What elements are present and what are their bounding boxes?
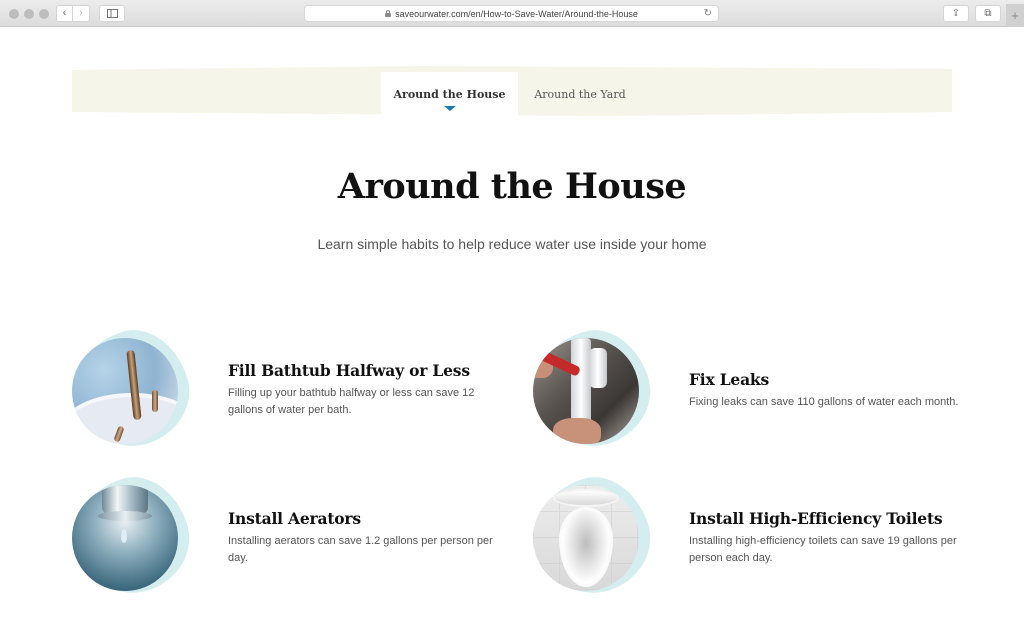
tip-description: Filling up your bathtub halfway or less …	[228, 387, 475, 416]
tip-title: Install High-Efficiency Toilets	[689, 509, 943, 528]
tip-card-bathtub: Fill Bathtub Halfway or Less Filling up …	[59, 317, 510, 461]
page-title: Around the House	[337, 166, 687, 207]
tip-title: Fill Bathtub Halfway or Less	[228, 361, 470, 380]
tip-card-leaks: Fix Leaks Fixing leaks can save 110 gall…	[520, 317, 971, 461]
toilet-image	[533, 485, 639, 591]
tip-card-toilets: Install High-Efficiency Toilets Installi…	[520, 464, 971, 608]
share-icon: ⇪	[951, 8, 961, 19]
address-bar[interactable]: saveourwater.com/en/How-to-Save-Water/Ar…	[304, 5, 719, 22]
browser-toolbar: ‹ › saveourwater.com/en/How-to-Save-Wate…	[0, 0, 1024, 27]
tab-label: Around the House	[393, 87, 506, 101]
zoom-window-button[interactable]	[39, 9, 49, 19]
back-button[interactable]: ‹	[56, 5, 73, 22]
tab-label: Around the Yard	[534, 87, 626, 101]
tip-title: Install Aerators	[228, 509, 361, 528]
page-subtitle: Learn simple habits to help reduce water…	[317, 236, 707, 252]
minimize-window-button[interactable]	[24, 9, 34, 19]
tip-description: Installing high-efficiency toilets can s…	[689, 535, 957, 564]
chevron-right-icon: ›	[79, 7, 83, 19]
leaking-pipe-image	[533, 338, 639, 444]
share-button[interactable]: ⇪	[943, 5, 969, 22]
active-tab-indicator-icon	[444, 106, 456, 111]
tip-title: Fix Leaks	[689, 370, 769, 389]
history-nav: ‹ ›	[56, 5, 91, 22]
bathtub-faucet-image	[72, 338, 178, 444]
chevron-left-icon: ‹	[62, 7, 67, 19]
forward-button[interactable]: ›	[73, 5, 90, 22]
tab-around-the-yard[interactable]: Around the Yard	[518, 72, 642, 116]
sidebar-icon	[106, 9, 118, 18]
lock-icon	[385, 10, 392, 17]
tip-description: Installing aerators can save 1.2 gallons…	[228, 535, 493, 564]
new-tab-button[interactable]: +	[1006, 4, 1024, 27]
tip-card-aerators: Install Aerators Installing aerators can…	[59, 464, 510, 608]
tabs-icon: ⧉	[984, 8, 992, 19]
show-tabs-button[interactable]: ⧉	[975, 5, 1001, 22]
url-text: saveourwater.com/en/How-to-Save-Water/Ar…	[395, 8, 638, 19]
faucet-aerator-image	[72, 485, 178, 591]
plus-icon: +	[1011, 8, 1019, 23]
sidebar-toggle-button[interactable]	[99, 5, 125, 22]
tip-description: Fixing leaks can save 110 gallons of wat…	[689, 396, 959, 408]
close-window-button[interactable]	[9, 9, 19, 19]
reload-icon[interactable]: ↻	[704, 8, 712, 19]
